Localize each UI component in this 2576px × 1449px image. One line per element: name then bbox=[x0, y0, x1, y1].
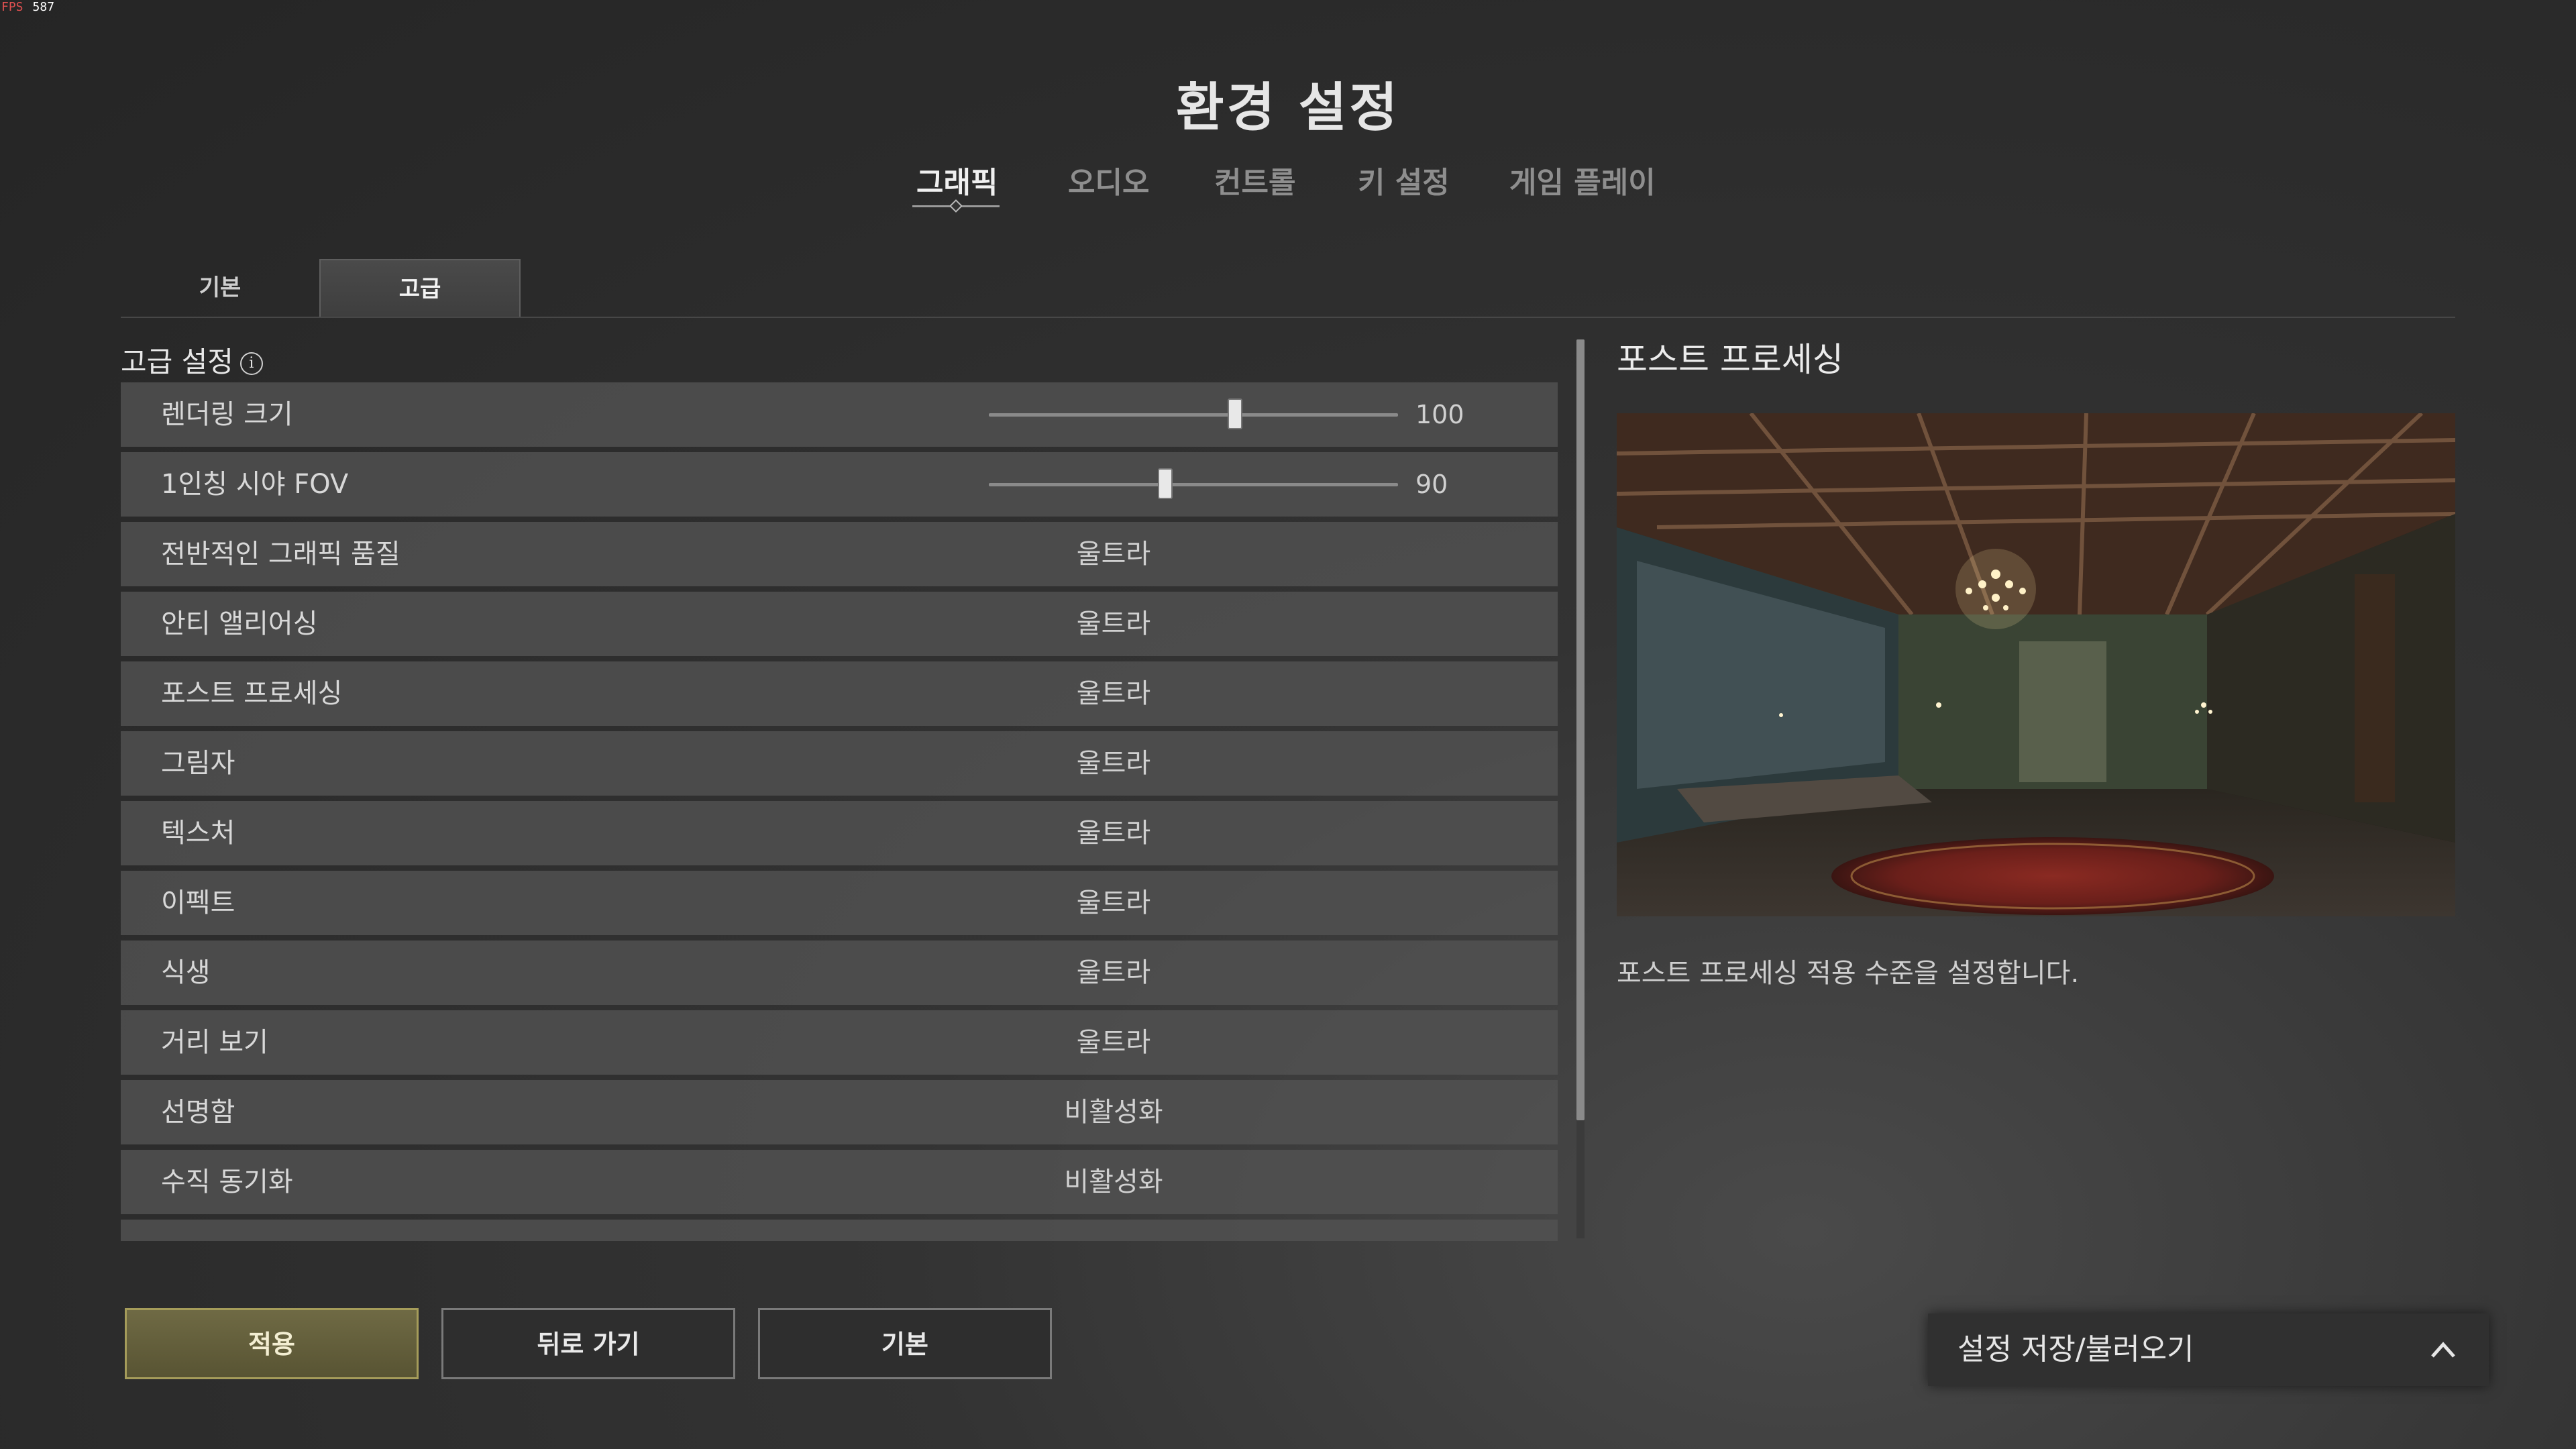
tab-graphics[interactable]: 그래픽 bbox=[916, 158, 998, 201]
preview-description: 포스트 프로세싱 적용 수준을 설정합니다. bbox=[1617, 958, 2080, 989]
setting-label: 거리 보기 bbox=[161, 1027, 268, 1058]
setting-effects[interactable]: 이펙트 울트라 bbox=[121, 871, 1558, 935]
setting-label: 렌더링 크기 bbox=[161, 399, 293, 430]
setting-label: 선명함 bbox=[161, 1097, 235, 1128]
setting-vsync[interactable]: 수직 동기화 비활성화 bbox=[121, 1150, 1558, 1214]
setting-render-scale[interactable]: 렌더링 크기 100 bbox=[121, 382, 1558, 447]
preset-save-load-dropdown[interactable]: 설정 저장/불러오기 bbox=[1928, 1313, 2489, 1386]
apply-button[interactable]: 적용 bbox=[125, 1308, 419, 1379]
setting-anti-aliasing[interactable]: 안티 앨리어싱 울트라 bbox=[121, 592, 1558, 656]
preview-title: 포스트 프로세싱 bbox=[1617, 340, 1843, 379]
setting-value[interactable]: 울트라 bbox=[912, 871, 1315, 935]
subtab-advanced[interactable]: 고급 bbox=[319, 259, 521, 318]
fov-slider-track[interactable] bbox=[989, 483, 1398, 486]
fov-value: 90 bbox=[1415, 470, 1448, 499]
settings-scrollbar[interactable] bbox=[1576, 339, 1585, 1238]
tab-active-marker bbox=[949, 199, 963, 213]
setting-label: 1인칭 시야 FOV bbox=[161, 469, 349, 500]
section-title-text: 고급 설정 bbox=[121, 345, 233, 378]
preset-label: 설정 저장/불러오기 bbox=[1957, 1332, 2194, 1366]
setting-label: 포스트 프로세싱 bbox=[161, 678, 343, 709]
render-scale-slider-track[interactable] bbox=[989, 413, 1398, 417]
setting-value[interactable]: 울트라 bbox=[912, 592, 1315, 656]
fps-value: 587 bbox=[32, 0, 55, 14]
scrollbar-thumb[interactable] bbox=[1576, 339, 1585, 1120]
setting-sharpness[interactable]: 선명함 비활성화 bbox=[121, 1080, 1558, 1144]
tab-controls[interactable]: 컨트롤 bbox=[1214, 158, 1295, 201]
setting-view-distance[interactable]: 거리 보기 울트라 bbox=[121, 1010, 1558, 1075]
setting-partial-row[interactable] bbox=[121, 1220, 1558, 1241]
subtab-basic[interactable]: 기본 bbox=[121, 259, 319, 317]
setting-value[interactable]: 울트라 bbox=[912, 1010, 1315, 1075]
render-scale-slider-thumb[interactable] bbox=[1228, 398, 1242, 429]
default-button[interactable]: 기본 bbox=[758, 1308, 1052, 1379]
info-icon[interactable]: i bbox=[239, 352, 263, 375]
render-scale-value: 100 bbox=[1415, 400, 1464, 429]
setting-label: 안티 앨리어싱 bbox=[161, 608, 318, 639]
setting-value[interactable]: 비활성화 bbox=[912, 1150, 1315, 1214]
chevron-up-icon bbox=[2431, 1342, 2455, 1358]
setting-vegetation[interactable]: 식생 울트라 bbox=[121, 941, 1558, 1005]
tab-gameplay[interactable]: 게임 플레이 bbox=[1509, 158, 1656, 201]
setting-label: 텍스처 bbox=[161, 818, 235, 849]
setting-overall-quality[interactable]: 전반적인 그래픽 품질 울트라 bbox=[121, 522, 1558, 586]
setting-textures[interactable]: 텍스처 울트라 bbox=[121, 801, 1558, 865]
setting-label: 전반적인 그래픽 품질 bbox=[161, 539, 400, 570]
tab-audio[interactable]: 오디오 bbox=[1068, 158, 1149, 201]
fps-label: FPS bbox=[1, 0, 23, 14]
setting-label: 식생 bbox=[161, 957, 211, 988]
setting-value[interactable]: 울트라 bbox=[912, 522, 1315, 586]
fov-slider-thumb[interactable] bbox=[1158, 468, 1173, 499]
setting-label: 이펙트 bbox=[161, 888, 235, 918]
page-title: 환경 설정 bbox=[1175, 78, 1401, 138]
setting-value[interactable]: 울트라 bbox=[912, 731, 1315, 796]
settings-list[interactable]: 렌더링 크기 100 1인칭 시야 FOV 90 전반적인 그래픽 품질 울트라… bbox=[121, 382, 1558, 1241]
setting-value[interactable]: 울트라 bbox=[912, 661, 1315, 726]
setting-value[interactable]: 울트라 bbox=[912, 941, 1315, 1005]
fps-counter: FPS 587 bbox=[1, 0, 54, 14]
setting-post-processing[interactable]: 포스트 프로세싱 울트라 bbox=[121, 661, 1558, 726]
section-title: 고급 설정 i bbox=[121, 339, 263, 380]
setting-value[interactable]: 울트라 bbox=[912, 801, 1315, 865]
setting-fov[interactable]: 1인칭 시야 FOV 90 bbox=[121, 452, 1558, 517]
preview-image bbox=[1617, 413, 2455, 916]
setting-value[interactable]: 비활성화 bbox=[912, 1080, 1315, 1144]
tab-keybindings[interactable]: 키 설정 bbox=[1358, 158, 1450, 201]
setting-label: 그림자 bbox=[161, 748, 235, 779]
back-button[interactable]: 뒤로 가기 bbox=[441, 1308, 735, 1379]
subtabs-divider bbox=[121, 317, 2455, 318]
setting-label: 수직 동기화 bbox=[161, 1167, 293, 1197]
setting-shadows[interactable]: 그림자 울트라 bbox=[121, 731, 1558, 796]
